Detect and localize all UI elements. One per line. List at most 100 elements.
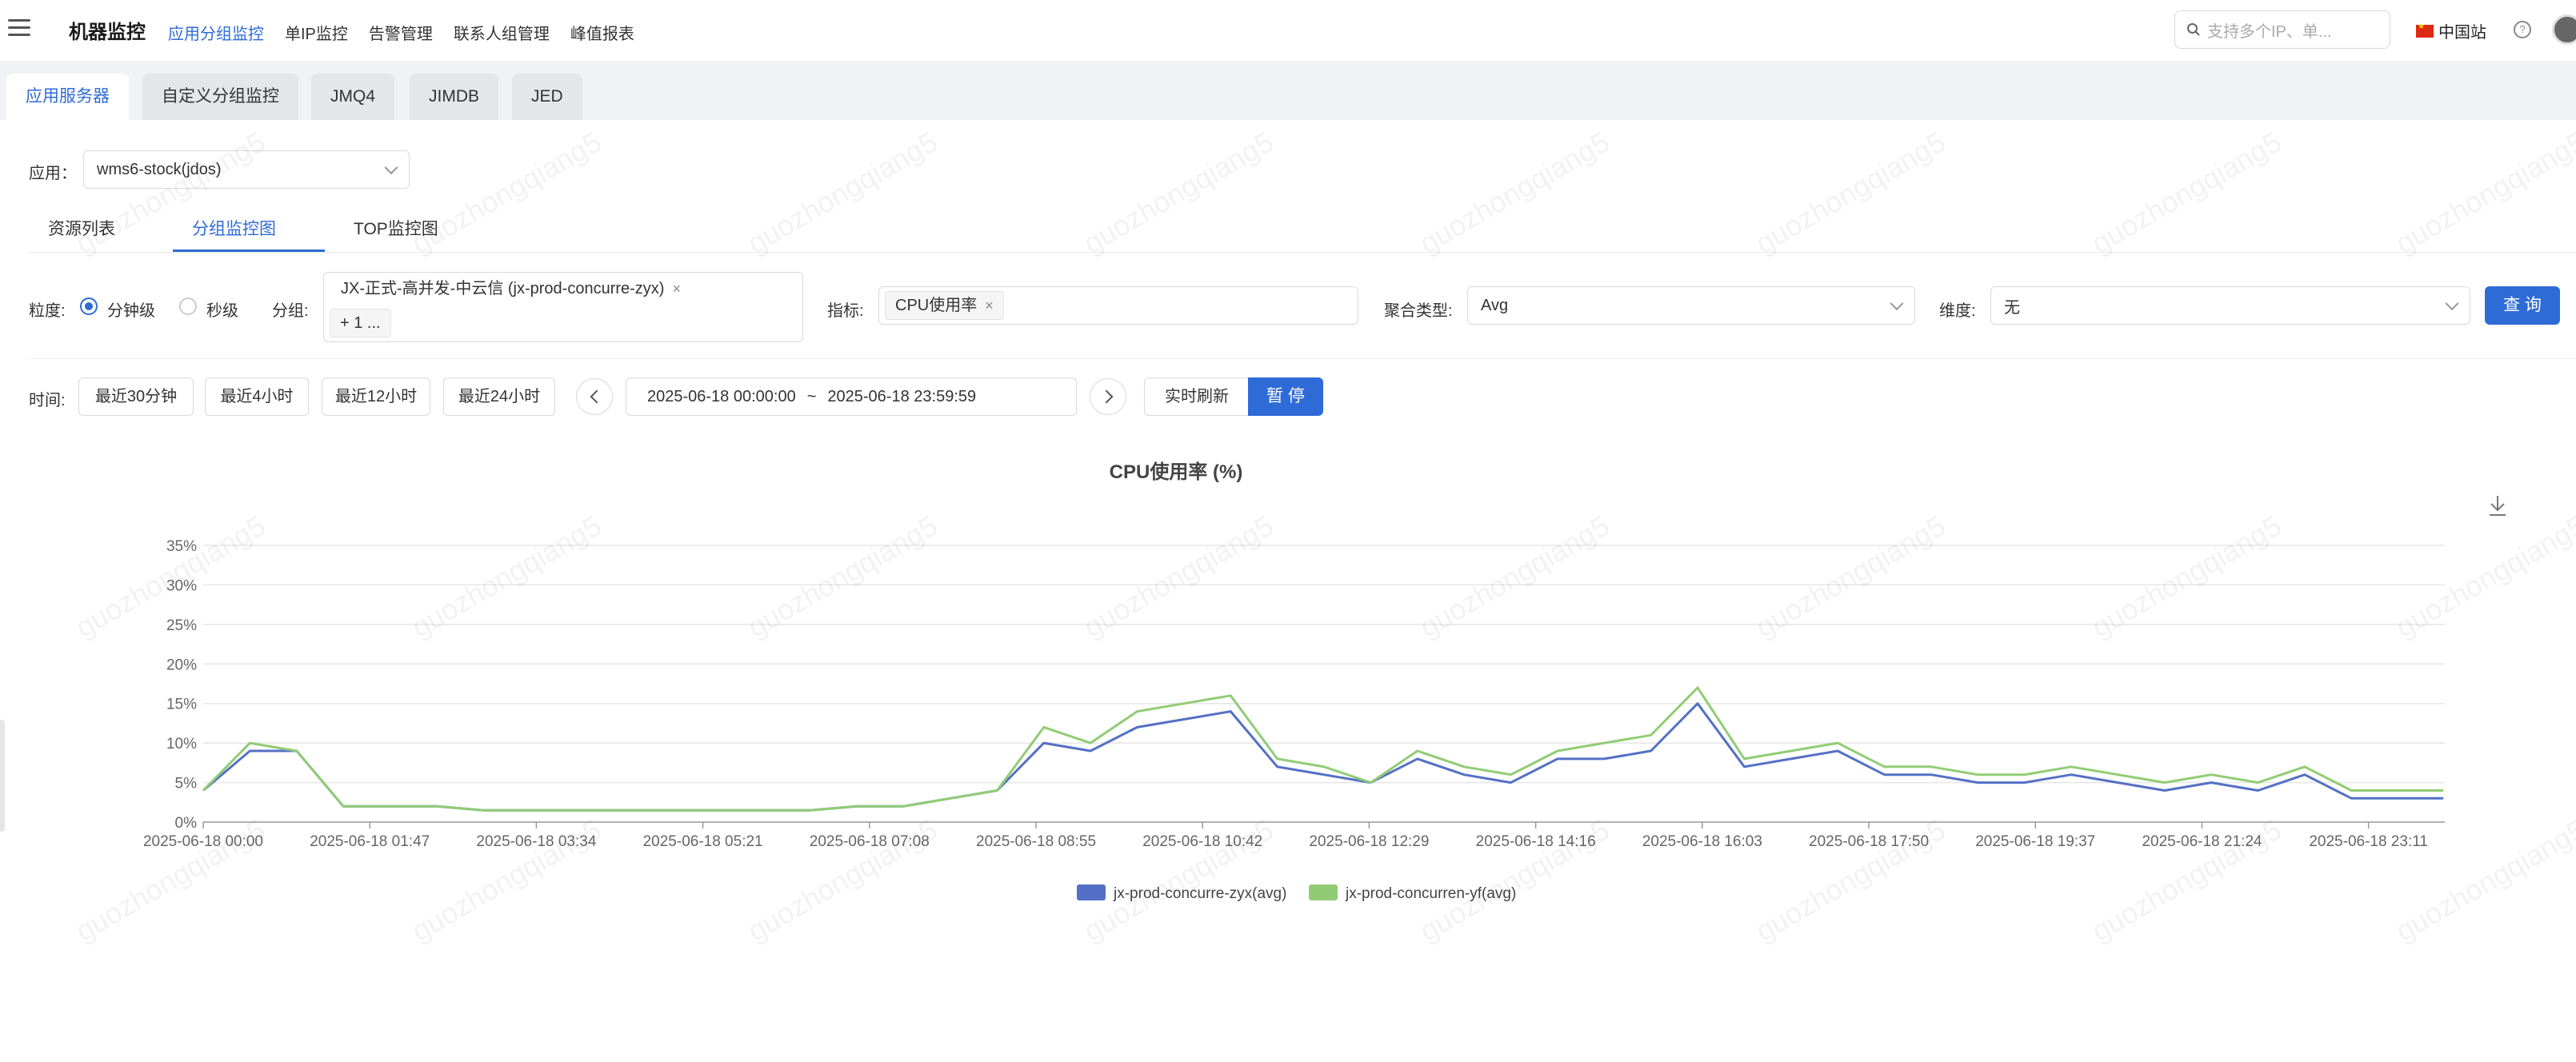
chevron-down-icon <box>1890 297 1904 311</box>
nav-app-group-monitor[interactable]: 应用分组监控 <box>168 21 264 44</box>
menu-icon[interactable] <box>8 19 30 38</box>
y-tick-label: 20% <box>166 657 197 673</box>
series-line-1 <box>202 702 2444 812</box>
chevron-right-icon <box>1099 389 1114 404</box>
app-label: 应用： <box>29 165 77 182</box>
chevron-left-icon <box>590 389 604 404</box>
range-start: 2025-06-18 00:00:00 <box>647 387 796 405</box>
metric-tag[interactable]: CPU使用率 × <box>885 291 1004 320</box>
x-tick-label: 2025-06-18 00:00 <box>143 833 263 850</box>
x-tick-label: 2025-06-18 10:42 <box>1142 833 1262 850</box>
quick-24h-button[interactable]: 最近24小时 <box>443 377 555 416</box>
nav-single-ip-monitor[interactable]: 单IP监控 <box>285 21 348 44</box>
agg-select-value: Avg <box>1481 296 1509 314</box>
legend-swatch <box>1309 884 1338 900</box>
download-icon <box>2490 496 2506 516</box>
legend-label: jx-prod-concurren-yf(avg) <box>1345 885 1516 902</box>
x-tick-label: 2025-06-18 12:29 <box>1309 833 1429 850</box>
radio-second-label: 秒级 <box>206 302 238 320</box>
x-tick-label: 2025-06-18 08:55 <box>976 833 1096 850</box>
x-tick-label: 2025-06-18 14:16 <box>1476 833 1596 850</box>
nav-alarm-management[interactable]: 告警管理 <box>369 21 433 44</box>
x-tick-label: 2025-06-18 01:47 <box>310 833 430 850</box>
chevron-down-icon <box>384 161 398 175</box>
y-tick-label: 15% <box>166 697 197 713</box>
tab-top-monitor-chart[interactable]: TOP监控图 <box>354 216 438 240</box>
tab-jed[interactable]: JED <box>512 74 582 120</box>
legend-label: jx-prod-concurre-zyx(avg) <box>1113 885 1286 902</box>
dim-select-value: 无 <box>2004 298 2020 317</box>
sub-tabs: 资源列表 分组监控图 TOP监控图 <box>29 210 2576 253</box>
y-tick-label: 0% <box>175 815 198 832</box>
group-tag-label: JX-正式-高并发-中云信 (jx-prod-concurre-zyx) <box>341 280 665 297</box>
granularity-label: 粒度: <box>29 302 66 320</box>
time-range-picker[interactable]: 2025-06-18 00:00:00 ~ 2025-06-18 23:59:5… <box>626 377 1077 416</box>
search-icon <box>2187 23 2200 36</box>
range-end: 2025-06-18 23:59:59 <box>827 387 977 405</box>
dim-label: 维度: <box>1939 302 1976 320</box>
y-tick-label: 35% <box>166 538 197 555</box>
help-icon[interactable]: ? <box>2514 21 2531 38</box>
series-line-2 <box>202 686 2444 812</box>
quick-12h-button[interactable]: 最近12小时 <box>322 377 430 416</box>
app-select-value: wms6-stock(jdos) <box>97 160 222 178</box>
agg-select[interactable]: Avg <box>1467 286 1915 325</box>
radio-minute[interactable] <box>80 297 98 315</box>
sidebar-handle[interactable] <box>0 720 5 832</box>
tab-custom-group[interactable]: 自定义分组监控 <box>142 74 298 120</box>
x-tick-label: 2025-06-18 21:24 <box>2142 833 2262 850</box>
chevron-down-icon <box>2445 297 2459 311</box>
time-label: 时间: <box>29 392 66 409</box>
metric-tag-label: CPU使用率 <box>895 297 978 314</box>
radio-minute-label: 分钟级 <box>107 302 155 320</box>
x-tick-label: 2025-06-18 17:50 <box>1809 833 1929 850</box>
divider <box>29 358 2576 359</box>
legend-swatch <box>1077 884 1106 900</box>
realtime-refresh-button[interactable]: 实时刷新 <box>1144 377 1250 416</box>
dim-select[interactable]: 无 <box>1990 286 2470 325</box>
query-button[interactable]: 查 询 <box>2485 286 2560 325</box>
next-range-button[interactable] <box>1090 378 1126 415</box>
avatar[interactable] <box>2552 14 2576 45</box>
metric-label: 指标: <box>827 302 864 320</box>
close-icon[interactable]: × <box>985 297 994 313</box>
nav-contact-group-management[interactable]: 联系人组管理 <box>454 21 550 44</box>
tab-jmq4[interactable]: JMQ4 <box>311 74 395 120</box>
x-tick-label: 2025-06-18 16:03 <box>1642 833 1762 850</box>
service-tab-strip: 应用服务器 自定义分组监控 JMQ4 JIMDB JED <box>0 61 2576 120</box>
x-tick-label: 2025-06-18 23:11 <box>2309 833 2428 850</box>
y-tick-label: 25% <box>166 617 197 634</box>
quick-30min-button[interactable]: 最近30分钟 <box>78 377 194 416</box>
prev-range-button[interactable] <box>576 378 613 415</box>
app-select[interactable]: wms6-stock(jdos) <box>83 150 410 189</box>
x-tick-label: 2025-06-18 05:21 <box>643 833 763 850</box>
group-label: 分组: <box>272 302 309 320</box>
top-bar: 机器监控 应用分组监控 单IP监控 告警管理 联系人组管理 峰值报表 支持多个I… <box>0 0 2576 61</box>
top-nav: 应用分组监控 单IP监控 告警管理 联系人组管理 峰值报表 <box>168 21 634 44</box>
y-tick-label: 10% <box>166 736 197 753</box>
region-switch[interactable]: 中国站 <box>2416 19 2486 42</box>
x-tick-label: 2025-06-18 03:34 <box>476 833 596 850</box>
tab-resource-list[interactable]: 资源列表 <box>48 216 115 240</box>
tab-group-monitor-chart[interactable]: 分组监控图 <box>192 216 276 240</box>
search-placeholder: 支持多个IP、单... <box>2207 22 2332 41</box>
tab-app-server[interactable]: 应用服务器 <box>6 74 129 120</box>
tab-jimdb[interactable]: JIMDB <box>410 74 498 120</box>
y-tick-label: 30% <box>166 577 197 594</box>
agg-label: 聚合类型: <box>1384 302 1453 320</box>
group-more-tag[interactable]: + 1 ... <box>330 309 391 337</box>
nav-peak-report[interactable]: 峰值报表 <box>570 21 634 44</box>
active-tab-indicator <box>173 250 325 252</box>
y-tick-label: 5% <box>175 776 198 793</box>
chart-title: CPU使用率 (%) <box>1110 461 1243 483</box>
pause-button[interactable]: 暂 停 <box>1248 377 1323 416</box>
close-icon[interactable]: × <box>672 281 681 297</box>
search-input[interactable]: 支持多个IP、单... <box>2174 10 2390 49</box>
group-tag[interactable]: JX-正式-高并发-中云信 (jx-prod-concurre-zyx) × <box>331 275 690 304</box>
range-separator: ~ <box>806 387 817 405</box>
radio-second[interactable] <box>179 297 197 315</box>
region-label: 中国站 <box>2438 24 2486 42</box>
quick-4h-button[interactable]: 最近4小时 <box>205 377 309 416</box>
china-flag-icon <box>2416 22 2434 38</box>
x-tick-label: 2025-06-18 19:37 <box>1975 833 2095 850</box>
